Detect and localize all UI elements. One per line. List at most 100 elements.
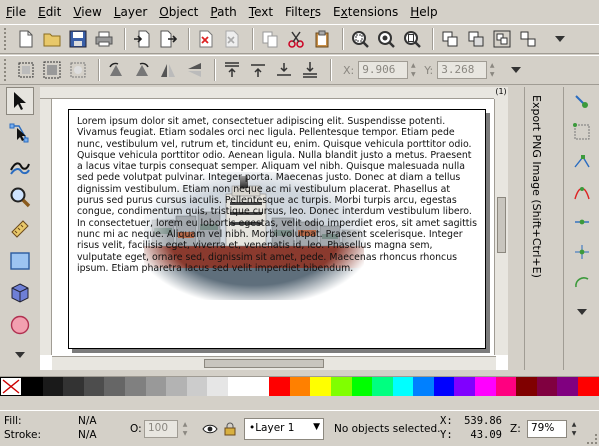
ellipse-tool[interactable] xyxy=(6,311,34,339)
export-png-tab[interactable]: Export PNG Image (Shift+Ctrl+E) xyxy=(529,91,557,351)
toolbar-overflow[interactable] xyxy=(505,59,527,81)
group-button[interactable] xyxy=(491,28,513,50)
ungroup-button[interactable] xyxy=(517,28,539,50)
3d-box-tool[interactable] xyxy=(6,279,34,307)
menu-view[interactable]: View xyxy=(73,5,101,19)
export-button[interactable] xyxy=(157,28,179,50)
canvas[interactable]: (1) Lorem ipsum dolor sit amet, consecte… xyxy=(40,87,508,370)
vertical-scroll-thumb[interactable] xyxy=(497,197,506,253)
color-swatch[interactable] xyxy=(413,377,434,396)
snap-paths-button[interactable] xyxy=(571,181,593,203)
menu-object[interactable]: Object xyxy=(159,5,198,19)
snap-nodes-button[interactable] xyxy=(571,151,593,173)
clear-button[interactable] xyxy=(221,28,243,50)
vertical-scrollbar[interactable] xyxy=(494,99,508,355)
zoom-page-button[interactable] xyxy=(401,28,423,50)
select-all-button[interactable] xyxy=(15,59,37,81)
snap-toggle-button[interactable] xyxy=(571,91,593,113)
zoom-corner-button[interactable]: (1) xyxy=(494,87,508,99)
select-all-layers-button[interactable] xyxy=(41,59,63,81)
lower-button[interactable] xyxy=(273,59,295,81)
menu-edit[interactable]: Edit xyxy=(38,5,61,19)
node-tool[interactable] xyxy=(6,119,34,147)
color-swatch[interactable] xyxy=(145,377,167,396)
color-swatch[interactable] xyxy=(330,377,352,396)
color-swatch[interactable] xyxy=(557,377,579,396)
toolbar-overflow[interactable] xyxy=(549,28,571,50)
print-button[interactable] xyxy=(93,28,115,50)
save-button[interactable] xyxy=(67,28,89,50)
x-coord-spinner[interactable]: ▲ ▼ xyxy=(408,61,418,79)
copy-button[interactable] xyxy=(259,28,281,50)
color-swatch[interactable] xyxy=(536,377,558,396)
horizontal-ruler[interactable] xyxy=(40,87,508,99)
raise-to-top-button[interactable] xyxy=(221,59,243,81)
raise-button[interactable] xyxy=(247,59,269,81)
horizontal-scrollbar[interactable] xyxy=(52,356,496,370)
rotate-cw-button[interactable] xyxy=(131,59,153,81)
menu-file[interactable]: File xyxy=(6,5,26,19)
no-paint-swatch[interactable] xyxy=(0,377,22,396)
document-page[interactable]: Lorem ipsum dolor sit amet, consectetuer… xyxy=(68,109,486,349)
menu-text[interactable]: Text xyxy=(249,5,273,19)
menu-path[interactable]: Path xyxy=(210,5,236,19)
zoom-spinner[interactable]: ▲ ▼ xyxy=(569,420,579,438)
zoom-field[interactable]: 79% xyxy=(527,420,567,438)
color-swatch[interactable] xyxy=(433,377,455,396)
color-swatch[interactable] xyxy=(248,377,270,396)
color-swatch[interactable] xyxy=(372,377,393,396)
color-swatch[interactable] xyxy=(42,377,64,396)
rectangle-tool[interactable] xyxy=(6,247,34,275)
color-swatch[interactable] xyxy=(310,377,331,396)
color-swatch[interactable] xyxy=(289,377,311,396)
color-swatch[interactable] xyxy=(124,377,146,396)
new-document-button[interactable] xyxy=(15,28,37,50)
delete-button[interactable] xyxy=(195,28,217,50)
color-swatch[interactable] xyxy=(351,377,373,396)
horizontal-scroll-thumb[interactable] xyxy=(204,359,324,368)
eye-icon[interactable] xyxy=(202,423,218,435)
color-swatch[interactable] xyxy=(166,377,187,396)
snap-guides-button[interactable] xyxy=(571,241,593,263)
lorem-ipsum-text[interactable]: Lorem ipsum dolor sit amet, consectetuer… xyxy=(77,116,477,274)
paste-button[interactable] xyxy=(311,28,333,50)
toolbar-grip[interactable] xyxy=(4,59,10,81)
toolbar-grip[interactable] xyxy=(4,28,10,50)
color-swatch[interactable] xyxy=(475,377,496,396)
color-swatch[interactable] xyxy=(63,377,84,396)
flip-horizontal-button[interactable] xyxy=(157,59,179,81)
selector-tool[interactable] xyxy=(6,87,34,115)
resize-grip[interactable] xyxy=(587,434,597,444)
clone-button[interactable] xyxy=(465,28,487,50)
import-button[interactable] xyxy=(131,28,153,50)
color-swatch[interactable] xyxy=(22,377,43,396)
open-button[interactable] xyxy=(41,28,63,50)
color-swatch[interactable] xyxy=(269,377,290,396)
lock-icon[interactable] xyxy=(224,422,236,436)
deselect-button[interactable] xyxy=(67,59,89,81)
color-swatch[interactable] xyxy=(578,377,599,396)
stroke-value[interactable]: N/A xyxy=(78,429,97,441)
vertical-ruler[interactable] xyxy=(40,99,52,355)
color-swatch[interactable] xyxy=(516,377,537,396)
snap-bbox-button[interactable] xyxy=(571,121,593,143)
cut-button[interactable] xyxy=(285,28,307,50)
color-swatch[interactable] xyxy=(392,377,414,396)
x-coord-field[interactable]: 9.906 xyxy=(358,61,409,79)
opacity-spinner[interactable]: ▲ ▼ xyxy=(180,420,190,438)
menu-layer[interactable]: Layer xyxy=(114,5,147,19)
zoom-tool[interactable] xyxy=(6,183,34,211)
menu-extensions[interactable]: Extensions xyxy=(333,5,398,19)
color-swatch[interactable] xyxy=(454,377,476,396)
fill-value[interactable]: N/A xyxy=(78,415,97,427)
zoom-selection-button[interactable] xyxy=(349,28,371,50)
color-swatch[interactable] xyxy=(83,377,105,396)
measure-tool[interactable] xyxy=(6,215,34,243)
tweak-tool[interactable] xyxy=(6,151,34,179)
snap-midpoints-button[interactable] xyxy=(571,211,593,233)
y-coord-field[interactable]: 3.268 xyxy=(437,61,488,79)
flip-vertical-button[interactable] xyxy=(183,59,205,81)
zoom-drawing-button[interactable] xyxy=(375,28,397,50)
duplicate-button[interactable] xyxy=(439,28,461,50)
y-coord-spinner[interactable]: ▲ ▼ xyxy=(487,61,497,79)
